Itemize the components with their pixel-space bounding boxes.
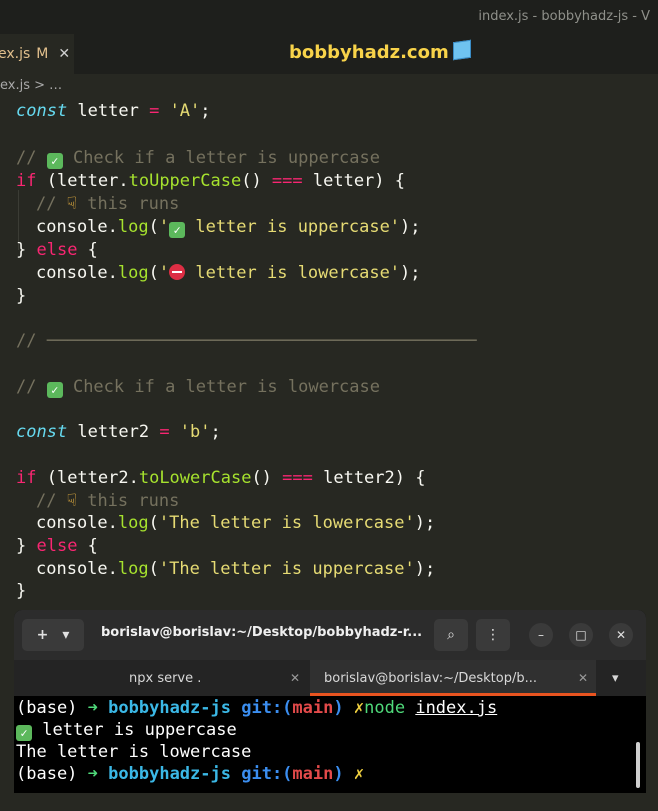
terminal-tab-npx-serve[interactable]: npx serve . ✕ bbox=[14, 660, 310, 696]
new-tab-split-button[interactable]: + ▾ bbox=[22, 619, 84, 651]
terminal-line-2: ✓ letter is uppercase bbox=[16, 719, 237, 741]
terminal-window[interactable]: + ▾ borislav@borislav:~/Desktop/bobbyhad… bbox=[14, 610, 646, 793]
terminal-line-4: (base) ➜ bobbyhadz-js git:(main) ✗ bbox=[16, 764, 365, 784]
code-line-9: } bbox=[16, 286, 27, 306]
tab-close-icon[interactable]: ✕ bbox=[290, 671, 300, 685]
tab-index-js[interactable]: ex.js M ✕ bbox=[0, 34, 74, 74]
code-line-18: // ☟ this runs bbox=[36, 491, 180, 511]
search-icon: ⌕ bbox=[447, 627, 455, 643]
terminal-header: + ▾ borislav@borislav:~/Desktop/bobbyhad… bbox=[14, 610, 646, 660]
search-button[interactable]: ⌕ bbox=[434, 619, 468, 651]
tab-label: npx serve . bbox=[129, 670, 202, 686]
site-label: bobbyhadz.com bbox=[289, 42, 449, 63]
terminal-tab-borislav[interactable]: borislav@borislav:~/Desktop/b... ✕ bbox=[310, 660, 596, 696]
check-emoji-icon: ✓ bbox=[16, 725, 32, 741]
breadcrumb[interactable]: ex.js > … bbox=[0, 78, 62, 93]
code-editor[interactable]: const letter = 'A'; // ✓ Check if a lett… bbox=[0, 100, 658, 610]
code-line-5: // ☟ this runs bbox=[36, 194, 180, 214]
maximize-button[interactable]: □ bbox=[569, 623, 593, 647]
site-watermark: bobbyhadz.com bbox=[289, 39, 471, 63]
chevron-down-icon: ▾ bbox=[612, 670, 619, 686]
tab-label: borislav@borislav:~/Desktop/b... bbox=[324, 670, 537, 686]
menu-button[interactable]: ⋮ bbox=[476, 619, 510, 651]
code-line-11: // ─────────────────────────────────────… bbox=[16, 331, 477, 351]
modified-indicator: M bbox=[36, 46, 49, 62]
code-line-13: // ✓ Check if a letter is lowercase bbox=[16, 377, 380, 398]
code-line-15: const letter2 = 'b'; bbox=[16, 422, 221, 442]
terminal-scrollbar[interactable] bbox=[636, 742, 640, 788]
code-line-3: // ✓ Check if a letter is uppercase bbox=[16, 148, 380, 169]
code-line-22: } bbox=[16, 581, 27, 601]
code-line-19: console.log('The letter is lowercase'); bbox=[36, 513, 436, 533]
code-line-4: if (letter.toUpperCase() === letter) { bbox=[16, 171, 405, 191]
terminal-line-1: (base) ➜ bobbyhadz-js git:(main) ✗node i… bbox=[16, 698, 498, 718]
code-line-17: if (letter2.toLowerCase() === letter2) { bbox=[16, 468, 426, 488]
code-line-8: console.log(' letter is lowercase'); bbox=[36, 263, 421, 283]
window-title: index.js - bobbyhadz-js - V bbox=[478, 9, 650, 24]
terminal-title: borislav@borislav:~/Desktop/bobbyhadz-r.… bbox=[101, 625, 423, 640]
check-emoji-icon: ✓ bbox=[169, 222, 186, 238]
tab-label: ex.js bbox=[0, 46, 31, 62]
minimize-icon: – bbox=[538, 628, 544, 642]
pointing-down-emoji-icon: ☟ bbox=[66, 491, 77, 511]
menu-icon: ⋮ bbox=[486, 627, 500, 643]
cube-icon bbox=[452, 39, 471, 61]
tab-close-icon[interactable]: ✕ bbox=[58, 46, 70, 62]
code-line-6: console.log(' ✓ letter is uppercase'); bbox=[36, 217, 421, 238]
maximize-icon: □ bbox=[575, 628, 587, 642]
minimize-button[interactable]: – bbox=[529, 623, 553, 647]
no-entry-emoji-icon bbox=[169, 264, 186, 280]
terminal-line-3: The letter is lowercase bbox=[16, 742, 252, 762]
check-emoji-icon: ✓ bbox=[46, 153, 63, 169]
tabs-dropdown-button[interactable]: ▾ bbox=[612, 660, 636, 696]
code-line-7: } else { bbox=[16, 240, 98, 260]
code-line-21: console.log('The letter is uppercase'); bbox=[36, 559, 436, 579]
terminal-tab-bar: npx serve . ✕ borislav@borislav:~/Deskto… bbox=[14, 660, 646, 696]
chevron-down-icon: ▾ bbox=[62, 627, 70, 643]
close-icon: ✕ bbox=[615, 628, 627, 642]
title-bar: index.js - bobbyhadz-js - V bbox=[0, 0, 658, 34]
code-line-1: const letter = 'A'; bbox=[16, 101, 211, 121]
terminal-output[interactable]: (base) ➜ bobbyhadz-js git:(main) ✗node i… bbox=[14, 696, 646, 793]
close-button[interactable]: ✕ bbox=[609, 623, 633, 647]
pointing-down-emoji-icon: ☟ bbox=[66, 194, 77, 214]
tab-close-icon[interactable]: ✕ bbox=[578, 671, 588, 685]
new-tab-icon: + bbox=[36, 627, 49, 643]
check-emoji-icon: ✓ bbox=[46, 382, 63, 398]
code-line-20: } else { bbox=[16, 536, 98, 556]
